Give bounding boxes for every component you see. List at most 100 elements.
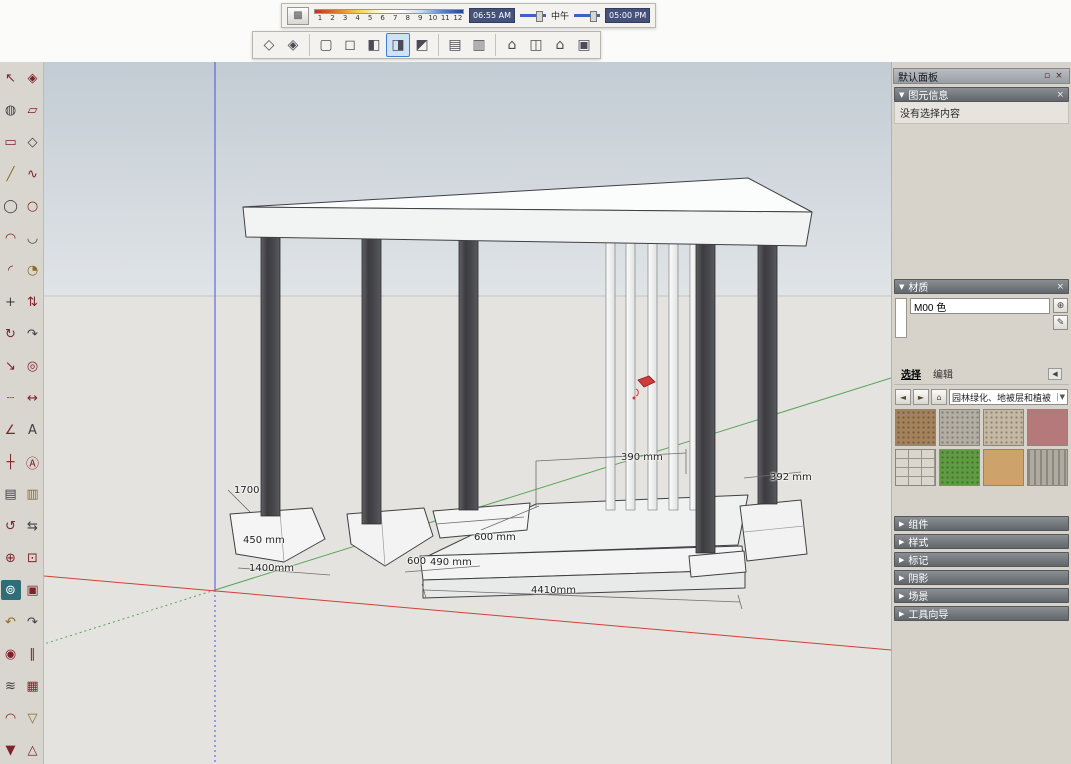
shadow-time-slider-right[interactable] [574,14,600,17]
close-icon[interactable]: × [1056,90,1064,100]
tool-sandbox-from-contours[interactable]: ≋ [1,676,21,696]
xray-mode-icon[interactable]: ◇ [257,33,281,57]
tool-pie[interactable]: ◔ [23,260,43,280]
shadow-month-6[interactable]: 6 [378,14,388,22]
tool-position-camera[interactable]: ⊚ [1,580,21,600]
tool-previous-view[interactable]: ↶ [1,612,21,632]
tool-line[interactable]: ╱ [1,164,21,184]
tool-offset[interactable]: ◎ [23,356,43,376]
panel-section-instructor[interactable]: ▶工具向导 [894,606,1069,621]
tool-zoom-extents[interactable]: ▣ [23,580,43,600]
forward-icon[interactable]: ► [913,389,929,405]
shadow-month-10[interactable]: 10 [428,14,438,22]
share-component-icon[interactable]: ⌂ [548,33,572,57]
material-swatch-grass[interactable] [939,449,980,486]
materials-header[interactable]: ▼ 材质 × [894,279,1069,294]
collection-dropdown[interactable]: 园林绿化、地被层和植被 ▼ [949,389,1068,405]
material-swatch-stone-pavers[interactable] [895,449,936,486]
shadow-month-8[interactable]: 8 [403,14,413,22]
material-swatch-pebbles[interactable] [983,409,1024,446]
tool-axes[interactable]: ┼ [1,452,21,472]
panel-section-styles[interactable]: ▶样式 [894,534,1069,549]
tool-select[interactable]: ↖ [1,68,21,88]
model-canvas[interactable]: 1700450 mm1400mm600490 mm600 mm4410mm390… [44,62,891,764]
tool-drape[interactable]: ▼ [1,740,21,760]
tool-text[interactable]: A [23,420,43,440]
panel-section-shadows[interactable]: ▶阴影 [894,570,1069,585]
panel-section-tags[interactable]: ▶标记 [894,552,1069,567]
back-edges-icon[interactable]: ◈ [281,33,305,57]
tab-select[interactable]: 选择 [901,366,921,381]
shadow-month-11[interactable]: 11 [440,14,450,22]
material-swatch-rose-stone[interactable] [1027,409,1068,446]
panel-section-components[interactable]: ▶组件 [894,516,1069,531]
tool-scale[interactable]: ↘ [1,356,21,376]
tool-pan[interactable]: ⇆ [23,516,43,536]
back-icon[interactable]: ◄ [895,389,911,405]
tool-circle[interactable]: ◯ [1,196,21,216]
tool-rotated-rectangle[interactable]: ◇ [23,132,43,152]
tray-titlebar[interactable]: 默认面板 ▫ × [893,68,1070,84]
entity-info-header[interactable]: ▼ 图元信息 × [894,87,1069,102]
shadow-month-9[interactable]: 9 [415,14,425,22]
panel-section-scenes[interactable]: ▶场景 [894,588,1069,603]
share-model-icon[interactable]: ◫ [524,33,548,57]
shaded-mode-icon[interactable]: ◧ [362,33,386,57]
tool-zoom-window[interactable]: ⊡ [23,548,43,568]
shadow-date-slider[interactable]: 123456789101112 [314,9,464,22]
section-plane-toggle-icon[interactable]: ▤ [443,33,467,57]
tool-section-plane[interactable]: ▤ [1,484,21,504]
tool-rotate[interactable]: ↻ [1,324,21,344]
in-model-icon[interactable]: ⌂ [931,389,947,405]
material-swatch-fence-bars[interactable] [1027,449,1068,486]
get-models-icon[interactable]: ⌂ [500,33,524,57]
sample-paint-button[interactable]: ✎ [1053,315,1068,330]
tool-zoom[interactable]: ⊕ [1,548,21,568]
shadow-month-12[interactable]: 12 [453,14,463,22]
tool-dimension[interactable]: ↔ [23,388,43,408]
shadow-month-2[interactable]: 2 [328,14,338,22]
material-swatch-gravel-gray[interactable] [939,409,980,446]
tab-edit[interactable]: 编辑 [933,366,953,381]
shaded-with-textures-mode-icon[interactable]: ◨ [386,33,410,57]
tool-polygon[interactable]: ○ [23,196,43,216]
material-swatch-gravel-brown[interactable] [895,409,936,446]
tool-arc[interactable]: ◠ [1,228,21,248]
tool-three-point-arc[interactable]: ◜ [1,260,21,280]
monochrome-mode-icon[interactable]: ◩ [410,33,434,57]
tool-add-detail[interactable]: △ [23,740,43,760]
tool-freehand[interactable]: ∿ [23,164,43,184]
tool-stamp[interactable]: ▽ [23,708,43,728]
hidden-line-mode-icon[interactable]: ◻ [338,33,362,57]
tool-protractor[interactable]: ∠ [1,420,21,440]
tool-rectangle[interactable]: ▭ [1,132,21,152]
tool-move[interactable]: + [1,292,21,312]
section-cuts-toggle-icon[interactable]: ▥ [467,33,491,57]
material-name-field[interactable] [910,298,1050,314]
create-material-button[interactable]: ⊕ [1053,298,1068,313]
shadow-month-4[interactable]: 4 [353,14,363,22]
tool-push-pull[interactable]: ⇅ [23,292,43,312]
wireframe-mode-icon[interactable]: ▢ [314,33,338,57]
tool-smoove[interactable]: ◠ [1,708,21,728]
material-swatch-sand[interactable] [983,449,1024,486]
close-icon[interactable]: × [1053,70,1065,82]
shadow-toggle-icon[interactable]: ▩ [287,7,309,25]
shadow-month-3[interactable]: 3 [340,14,350,22]
tool-look-around[interactable]: ◉ [1,644,21,664]
tool-section-cut[interactable]: ▥ [23,484,43,504]
3d-warehouse-icon[interactable]: ▣ [572,33,596,57]
shadow-month-1[interactable]: 1 [315,14,325,22]
tool-two-point-arc[interactable]: ◡ [23,228,43,248]
shadow-month-5[interactable]: 5 [365,14,375,22]
close-icon[interactable]: × [1056,282,1064,292]
tool-sandbox-from-scratch[interactable]: ▦ [23,676,43,696]
secondary-pane-icon[interactable]: ◀ [1048,368,1062,380]
pin-icon[interactable]: ▫ [1041,70,1053,82]
shadow-time-slider-left[interactable] [520,14,546,17]
tool-walk[interactable]: ∥ [23,644,43,664]
tool-orbit[interactable]: ↺ [1,516,21,536]
tool-follow-me[interactable]: ↷ [23,324,43,344]
tool-paint-bucket[interactable]: ◍ [1,100,21,120]
shadow-month-7[interactable]: 7 [390,14,400,22]
